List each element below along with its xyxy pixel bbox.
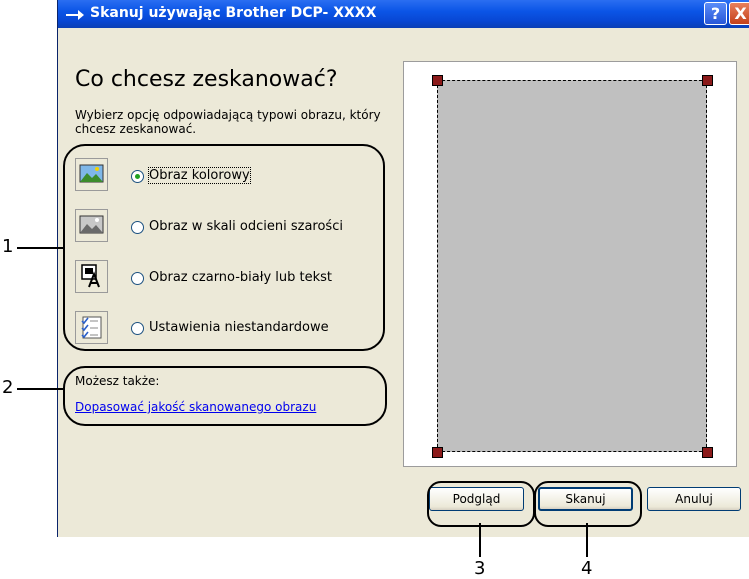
callout-line-3 <box>479 523 481 557</box>
callout-box-options <box>63 144 385 351</box>
page-title: Co chcesz zeskanować? <box>75 67 338 92</box>
help-button[interactable]: ? <box>704 2 727 25</box>
callout-box-preview <box>427 481 535 527</box>
callout-line-1 <box>17 247 63 249</box>
callout-number-2: 2 <box>2 377 14 398</box>
callout-line-4 <box>586 523 588 557</box>
title-bar[interactable]: Skanuj używając Brother DCP- XXXX ? X <box>58 0 749 28</box>
callout-box-more <box>63 366 387 426</box>
cancel-button[interactable]: Anuluj <box>647 487 741 511</box>
top-left-handle[interactable] <box>432 75 443 86</box>
callout-box-scan <box>534 481 642 527</box>
callout-number-3: 3 <box>474 558 486 579</box>
window-title: Skanuj używając Brother DCP- XXXX <box>90 5 377 21</box>
callout-number-4: 4 <box>581 558 593 579</box>
bottom-right-handle[interactable] <box>702 447 713 458</box>
instruction-text: Wybierz opcję odpowiadającą typowi obraz… <box>75 108 381 136</box>
top-right-handle[interactable] <box>702 75 713 86</box>
bottom-left-handle[interactable] <box>432 447 443 458</box>
scanner-arrow-icon <box>66 10 84 20</box>
scan-area-frame[interactable] <box>437 80 707 452</box>
callout-number-1: 1 <box>2 236 14 257</box>
callout-line-2 <box>17 388 63 390</box>
close-button[interactable]: X <box>729 2 749 25</box>
